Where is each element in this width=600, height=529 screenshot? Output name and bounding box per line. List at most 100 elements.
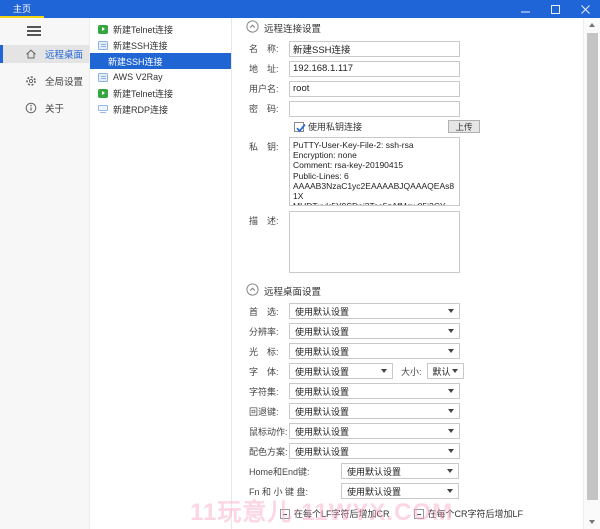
chevron-down-icon [448, 449, 454, 453]
home-end-label: Home和End键: [249, 465, 341, 478]
connection-label: 新建SSH连接 [113, 39, 168, 52]
fn-keypad-label: Fn 和 小 键 盘: [249, 485, 341, 498]
address-input[interactable] [289, 61, 460, 77]
mouse-action-label: 鼠标动作: [249, 425, 289, 438]
use-private-key-label: 使用私钥连接 [308, 120, 362, 133]
use-private-key-checkbox[interactable] [294, 122, 304, 132]
sidebar: 远程桌面 全局设置 关于 [0, 18, 90, 529]
ssh-icon [98, 41, 108, 50]
connection-item[interactable]: 新建Telnet连接 [90, 21, 231, 37]
cursor-select[interactable]: 使用默认设置 [289, 343, 460, 359]
sidebar-item-label: 关于 [45, 101, 64, 115]
private-key-textarea[interactable]: PuTTY-User-Key-File-2: ssh-rsa Encryptio… [289, 137, 460, 206]
scrollbar-thumb[interactable] [587, 33, 598, 500]
username-input[interactable] [289, 81, 460, 97]
telnet-icon [98, 25, 108, 34]
titlebar: 主页 [0, 0, 600, 18]
connection-label: 新建SSH连接 [108, 55, 163, 68]
sidebar-item-remote-desktop[interactable]: 远程桌面 [0, 45, 89, 63]
collapse-icon[interactable] [246, 20, 259, 36]
font-size-label: 大小: [401, 365, 422, 378]
username-label: 用户名: [249, 82, 289, 95]
close-icon[interactable] [570, 0, 600, 18]
address-label: 地 址: [249, 62, 289, 75]
sidebar-item-global-settings[interactable]: 全局设置 [0, 72, 89, 90]
sidebar-item-about[interactable]: 关于 [0, 99, 89, 117]
scroll-down-icon[interactable] [584, 515, 600, 529]
minimize-icon[interactable] [510, 0, 540, 18]
color-scheme-label: 配色方案: [249, 445, 289, 458]
chevron-down-icon [448, 349, 454, 353]
connection-item[interactable]: 新建RDP连接 [90, 101, 231, 117]
resolution-select[interactable]: 使用默认设置 [289, 323, 460, 339]
gear-icon [25, 75, 37, 87]
lf-cr-checkbox[interactable] [280, 509, 290, 519]
password-label: 密 码: [249, 102, 289, 115]
connection-item[interactable]: 新建Telnet连接 [90, 85, 231, 101]
line-ending-options: 在每个LF字符后增加CR 在每个CR字符后增加LF [280, 507, 600, 520]
backspace-select[interactable]: 使用默认设置 [289, 403, 460, 419]
maximize-icon[interactable] [540, 0, 570, 18]
connection-item-selected[interactable]: 新建SSH连接 [90, 53, 231, 69]
password-input[interactable] [289, 101, 460, 117]
chevron-down-icon [448, 429, 454, 433]
charset-select[interactable]: 使用默认设置 [289, 383, 460, 399]
cr-lf-checkbox[interactable] [414, 509, 424, 519]
desktop-settings-header: 远程桌面设置 [239, 284, 600, 297]
ssh-icon [98, 73, 108, 82]
tab-home[interactable]: 主页 [0, 0, 44, 18]
menu-icon[interactable] [27, 26, 41, 36]
cr-lf-label: 在每个CR字符后增加LF [428, 507, 524, 520]
window-controls [510, 0, 600, 18]
telnet-icon [98, 89, 108, 98]
connection-item[interactable]: AWS V2Ray [90, 69, 231, 85]
font-label: 字 体: [249, 365, 289, 378]
charset-label: 字符集: [249, 385, 289, 398]
connection-item[interactable]: 新建SSH连接 [90, 37, 231, 53]
font-size-select[interactable]: 默认 [427, 363, 464, 379]
mouse-action-select[interactable]: 使用默认设置 [289, 423, 460, 439]
chevron-down-icon [381, 369, 387, 373]
sidebar-item-label: 全局设置 [45, 74, 83, 88]
home-icon [25, 48, 37, 60]
connection-label: 新建Telnet连接 [113, 87, 173, 100]
backspace-label: 回退键: [249, 405, 289, 418]
chevron-down-icon [448, 329, 454, 333]
chevron-down-icon [448, 409, 454, 413]
font-select[interactable]: 使用默认设置 [289, 363, 393, 379]
settings-panel: 远程连接设置 名 称: 地 址: 用户名: 密 码: 使用私钥连接 上传 私 钥… [231, 18, 600, 529]
use-private-key-row: 使用私钥连接 上传 [294, 120, 480, 133]
connection-list: 新建Telnet连接 新建SSH连接 新建SSH连接 AWS V2Ray 新建T… [90, 18, 231, 529]
collapse-icon[interactable] [246, 283, 259, 299]
fn-keypad-select[interactable]: 使用默认设置 [341, 483, 459, 499]
scrollbar[interactable] [583, 18, 600, 529]
lf-cr-label: 在每个LF字符后增加CR [294, 507, 390, 520]
name-input[interactable] [289, 41, 460, 57]
description-textarea[interactable] [289, 211, 460, 273]
preference-select[interactable]: 使用默认设置 [289, 303, 460, 319]
color-scheme-select[interactable]: 使用默认设置 [289, 443, 460, 459]
info-icon [25, 102, 37, 114]
resolution-label: 分辨率: [249, 325, 289, 338]
description-label: 描 述: [249, 211, 289, 227]
scroll-up-icon[interactable] [584, 18, 600, 32]
sidebar-item-label: 远程桌面 [45, 47, 83, 61]
section-title: 远程桌面设置 [264, 284, 321, 298]
section-title: 远程连接设置 [264, 21, 321, 35]
home-end-select[interactable]: 使用默认设置 [341, 463, 459, 479]
chevron-down-icon [447, 469, 453, 473]
cursor-label: 光 标: [249, 345, 289, 358]
preference-label: 首 选: [249, 305, 289, 318]
upload-button[interactable]: 上传 [448, 120, 480, 133]
chevron-down-icon [447, 489, 453, 493]
private-key-label: 私 钥: [249, 137, 289, 153]
connection-label: AWS V2Ray [113, 72, 163, 82]
connection-label: 新建Telnet连接 [113, 23, 173, 36]
name-label: 名 称: [249, 42, 289, 55]
connection-settings-header: 远程连接设置 [239, 21, 600, 34]
chevron-down-icon [452, 369, 458, 373]
rdp-monitor-icon [98, 105, 108, 114]
connection-label: 新建RDP连接 [113, 103, 168, 116]
chevron-down-icon [448, 309, 454, 313]
chevron-down-icon [448, 389, 454, 393]
